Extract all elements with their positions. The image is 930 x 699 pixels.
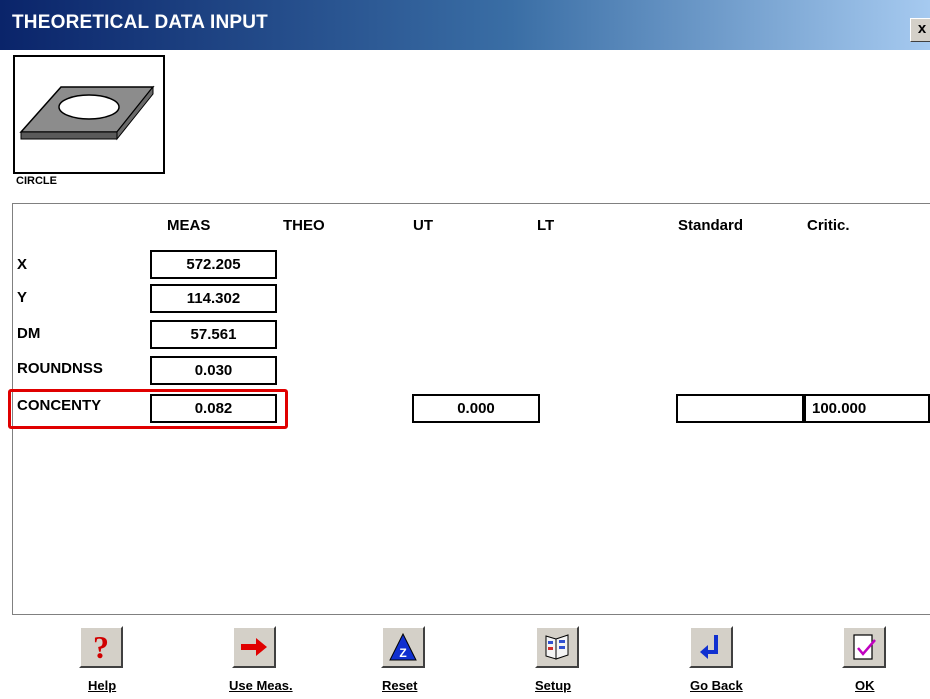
bottom-divider xyxy=(12,614,930,615)
setup-button-label: Setup xyxy=(535,678,572,693)
ok-check-icon xyxy=(853,634,876,660)
meas-field-dm[interactable]: 57.561 xyxy=(150,320,277,349)
meas-field-y[interactable]: 114.302 xyxy=(150,284,277,313)
highlight-box xyxy=(8,389,288,429)
go-back-button-label: Go Back xyxy=(690,678,743,693)
feature-shape-preview xyxy=(13,55,165,174)
setup-icon xyxy=(545,634,569,660)
column-header-meas: MEAS xyxy=(167,217,211,234)
help-button[interactable]: ? xyxy=(79,626,123,668)
go-back-button[interactable] xyxy=(689,626,733,668)
window-title: THEORETICAL DATA INPUT xyxy=(12,12,268,33)
standard-field-concentricity[interactable] xyxy=(676,394,804,423)
circle-plate-icon xyxy=(19,85,155,141)
ut-field-concentricity[interactable]: 0.000 xyxy=(412,394,540,423)
ok-button[interactable] xyxy=(842,626,886,668)
use-meas-button[interactable] xyxy=(232,626,276,668)
meas-field-x[interactable]: 572.205 xyxy=(150,250,277,279)
row-label-dm: DM xyxy=(17,325,41,342)
row-label-x: X xyxy=(17,256,28,273)
row-label-y: Y xyxy=(17,289,28,306)
meas-field-roundness[interactable]: 0.030 xyxy=(150,356,277,385)
reset-button[interactable]: Z xyxy=(381,626,425,668)
ok-button-label: OK xyxy=(855,678,875,693)
svg-text:?: ? xyxy=(93,630,109,664)
title-bar: THEORETICAL DATA INPUT xyxy=(0,0,930,50)
setup-button[interactable] xyxy=(535,626,579,668)
feature-label: CIRCLE xyxy=(16,175,57,187)
column-header-theo: THEO xyxy=(283,217,325,234)
question-icon: ? xyxy=(93,630,109,664)
critic-field-concentricity[interactable]: 100.000 xyxy=(804,394,930,423)
help-button-label: Help xyxy=(88,678,117,693)
reset-button-label: Reset xyxy=(382,678,418,693)
close-button[interactable]: x xyxy=(910,18,930,42)
column-header-lt: LT xyxy=(537,217,555,234)
reset-icon: Z xyxy=(389,632,417,661)
column-header-ut: UT xyxy=(413,217,433,234)
arrow-right-icon xyxy=(241,638,267,656)
row-label-roundness: ROUNDNSS xyxy=(17,360,103,377)
column-header-standard: Standard xyxy=(678,217,744,234)
use-meas-button-label: Use Meas. xyxy=(229,678,293,693)
svg-text:Z: Z xyxy=(399,646,406,660)
go-back-icon xyxy=(700,635,718,659)
top-divider xyxy=(12,203,930,204)
column-header-critic: Critic. xyxy=(807,217,850,234)
